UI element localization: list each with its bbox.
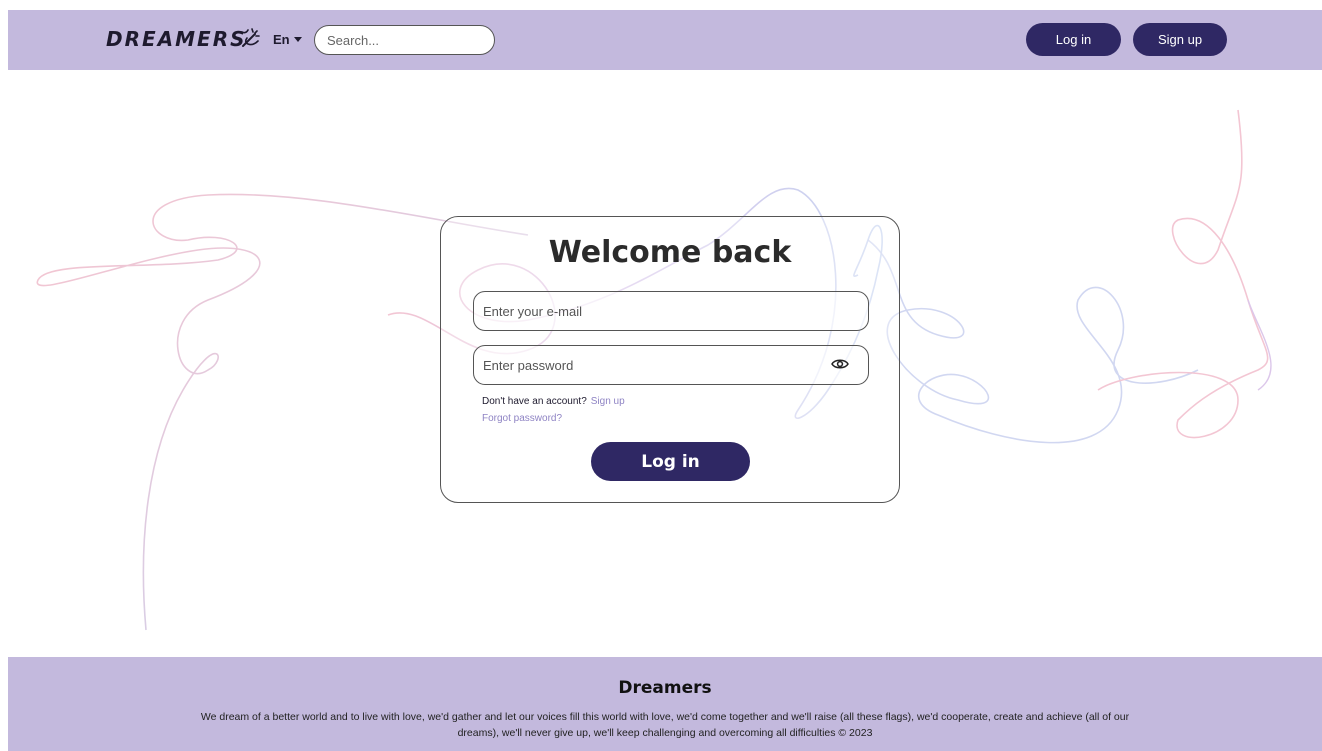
language-label: En (273, 32, 290, 47)
login-button[interactable]: Log in (591, 442, 750, 481)
caret-down-icon (293, 37, 302, 42)
page: DREAMERS En Log in Sign up (8, 10, 1322, 751)
header-signup-button[interactable]: Sign up (1133, 23, 1227, 56)
search-input[interactable] (314, 25, 495, 55)
footer: Dreamers We dream of a better world and … (8, 657, 1322, 751)
card-title: Welcome back (548, 235, 792, 270)
footer-text: We dream of a better world and to live w… (200, 711, 1130, 739)
no-account-row: Don't have an account? Sign up (482, 396, 625, 407)
forgot-password-link[interactable]: Forgot password? (482, 413, 562, 424)
no-account-text: Don't have an account? (482, 396, 587, 407)
login-card: Welcome back Don't have an account? Sign … (440, 216, 900, 503)
magic-wand-icon (240, 28, 260, 47)
language-select[interactable]: En (273, 32, 302, 47)
header-login-button[interactable]: Log in (1026, 23, 1121, 56)
signup-link[interactable]: Sign up (591, 396, 625, 407)
eye-icon[interactable] (831, 357, 849, 371)
header: DREAMERS En Log in Sign up (8, 10, 1322, 70)
logo[interactable]: DREAMERS (106, 27, 247, 51)
footer-title: Dreamers (618, 678, 712, 698)
email-field[interactable] (473, 291, 869, 331)
password-field[interactable] (473, 345, 869, 385)
